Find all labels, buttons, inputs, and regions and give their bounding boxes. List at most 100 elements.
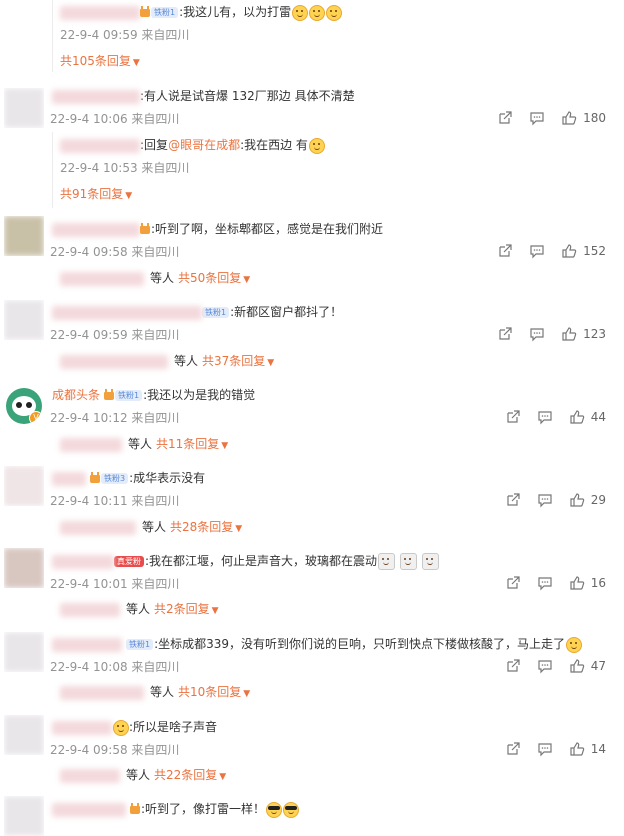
more-replies-link[interactable]: 共11条回复 ▼ — [156, 437, 228, 451]
more-replies-link[interactable]: 共2条回复 ▼ — [154, 602, 219, 616]
comment-line: :听到了，像打雷一样！ — [52, 799, 300, 819]
emoji-icon — [566, 636, 583, 653]
like-count: 47 — [590, 659, 606, 673]
crown-icon — [130, 802, 140, 814]
comment-meta: 22-9-4 10:11 来自四川 — [50, 494, 180, 508]
blurred-username[interactable] — [60, 138, 140, 153]
reply-summary: 等人 共22条回复 ▼ — [60, 765, 226, 785]
comment-icon[interactable] — [529, 110, 545, 126]
fan-badge: 铁粉3 — [101, 473, 129, 484]
like-button[interactable]: 123 — [561, 326, 606, 342]
comment-actions: 44 — [505, 409, 606, 425]
like-icon — [562, 244, 577, 258]
blurred-username[interactable] — [52, 305, 202, 320]
blurred-username[interactable] — [60, 354, 168, 369]
like-count: 152 — [583, 244, 606, 258]
share-icon[interactable] — [497, 326, 513, 342]
more-replies-link[interactable]: 共37条回复 ▼ — [202, 354, 274, 368]
blurred-username[interactable] — [60, 271, 144, 286]
comment-text: 我在都江堰，何止是声音大，玻璃都在震动 — [149, 554, 378, 568]
share-icon[interactable] — [505, 741, 521, 757]
reply-summary: 等人 共2条回复 ▼ — [60, 599, 219, 619]
share-icon[interactable] — [497, 243, 513, 259]
like-button[interactable]: 180 — [561, 110, 606, 126]
comment-text: 有人说是试音爆 132厂那边 具体不清楚 — [144, 89, 355, 103]
comment-icon[interactable] — [537, 492, 553, 508]
fan-badge: 铁粉1 — [115, 390, 143, 401]
comment-actions: 180 — [497, 110, 606, 126]
fan-badge: 真爱粉 — [114, 556, 144, 567]
comment-meta: 22-9-4 10:06 来自四川 — [50, 112, 180, 126]
avatar[interactable] — [4, 300, 44, 340]
crown-icon — [90, 471, 100, 483]
comment-icon[interactable] — [537, 409, 553, 425]
like-button[interactable]: 16 — [569, 575, 606, 591]
sad-emoji-icon — [378, 553, 396, 570]
comment-text: 听到了，像打雷一样！ — [145, 802, 266, 816]
share-icon[interactable] — [497, 110, 513, 126]
comment-text: 我还以为是我的错觉 — [147, 388, 256, 402]
blurred-username[interactable] — [60, 768, 120, 783]
comment-text: 所以是啥子声音 — [133, 720, 218, 734]
like-count: 29 — [590, 493, 606, 507]
username-link[interactable]: 成都头条 — [52, 388, 100, 402]
sunglasses-emoji-icon — [283, 801, 300, 818]
more-replies-link[interactable]: 共22条回复 ▼ — [154, 768, 226, 782]
blurred-username[interactable] — [60, 685, 144, 700]
comment-icon[interactable] — [529, 243, 545, 259]
comment-actions: 123 — [497, 326, 606, 342]
blurred-username[interactable] — [52, 637, 122, 652]
more-replies-link[interactable]: 共50条回复 ▼ — [178, 271, 250, 285]
comment-actions: 29 — [505, 492, 606, 508]
blurred-username[interactable] — [60, 437, 122, 452]
comment-icon[interactable] — [537, 741, 553, 757]
like-icon — [570, 576, 584, 590]
avatar[interactable] — [4, 632, 44, 672]
blurred-username[interactable] — [52, 720, 112, 735]
reply-summary: 等人 共37条回复 ▼ — [60, 351, 274, 371]
comment-line: 铁粉1:坐标成都339，没有听到你们说的巨响，只听到快点下楼做核酸了，马上走了 — [52, 634, 583, 654]
like-count: 14 — [590, 742, 606, 756]
reply-line: 铁粉1:我这儿有，以为打雷 — [60, 2, 343, 22]
blurred-username[interactable] — [52, 471, 86, 486]
comment-meta: 22-9-4 09:58 来自四川 — [50, 245, 180, 259]
avatar[interactable] — [4, 796, 44, 836]
like-button[interactable]: 14 — [569, 741, 606, 757]
comment-meta: 22-9-4 10:12 来自四川 — [50, 411, 180, 425]
like-button[interactable]: 44 — [569, 409, 606, 425]
comment-icon[interactable] — [537, 658, 553, 674]
share-icon[interactable] — [505, 409, 521, 425]
reply-meta: 22-9-4 10:53 来自四川 — [60, 161, 190, 175]
like-button[interactable]: 47 — [569, 658, 606, 674]
blurred-username[interactable] — [52, 222, 140, 237]
avatar[interactable] — [4, 715, 44, 755]
avatar[interactable] — [4, 548, 44, 588]
more-replies-link[interactable]: 共91条回复 ▼ — [60, 184, 132, 204]
share-icon[interactable] — [505, 575, 521, 591]
more-replies-link[interactable]: 共105条回复 ▼ — [60, 51, 140, 71]
comment-icon[interactable] — [529, 326, 545, 342]
comment-meta: 22-9-4 09:59 来自四川 — [50, 328, 180, 342]
blurred-username[interactable] — [52, 89, 140, 104]
avatar[interactable]: V — [6, 388, 42, 424]
blurred-username[interactable] — [52, 554, 114, 569]
reply-line: :回复@眼哥在成都:我在西边 有 — [60, 135, 325, 155]
share-icon[interactable] — [505, 658, 521, 674]
avatar[interactable] — [4, 466, 44, 506]
like-button[interactable]: 152 — [561, 243, 606, 259]
share-icon[interactable] — [505, 492, 521, 508]
comment-actions: 16 — [505, 575, 606, 591]
more-replies-link[interactable]: 共10条回复 ▼ — [178, 685, 250, 699]
mention-link[interactable]: @眼哥在成都 — [168, 138, 240, 152]
crown-icon — [140, 5, 150, 17]
blurred-username[interactable] — [60, 5, 140, 20]
like-icon — [562, 111, 577, 125]
like-button[interactable]: 29 — [569, 492, 606, 508]
avatar[interactable] — [4, 88, 44, 128]
blurred-username[interactable] — [52, 802, 126, 817]
blurred-username[interactable] — [60, 602, 120, 617]
avatar[interactable] — [4, 216, 44, 256]
comment-icon[interactable] — [537, 575, 553, 591]
more-replies-link[interactable]: 共28条回复 ▼ — [170, 520, 242, 534]
blurred-username[interactable] — [60, 520, 136, 535]
